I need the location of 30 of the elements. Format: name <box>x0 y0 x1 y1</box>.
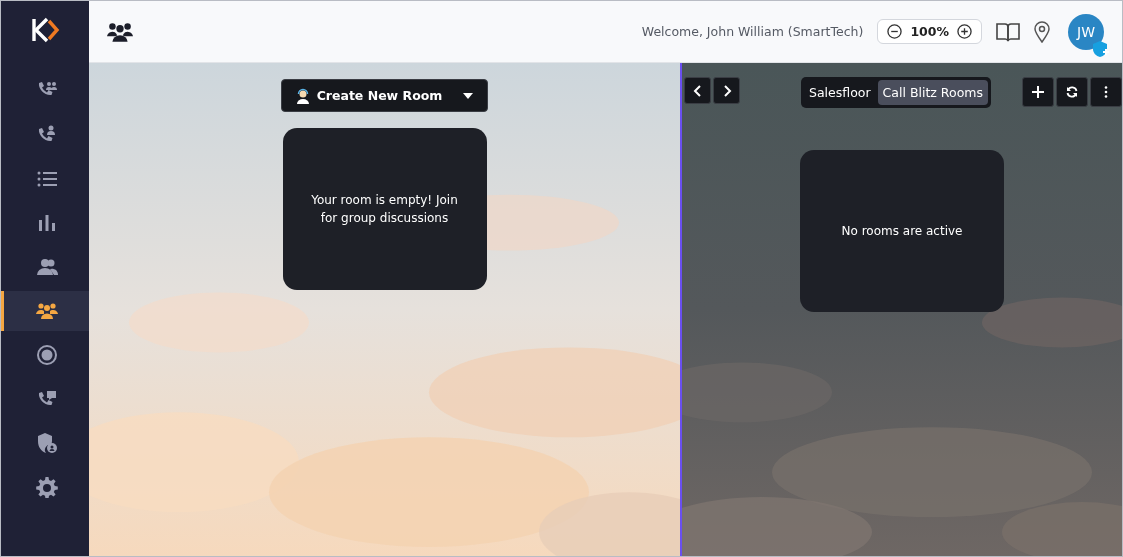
gear-icon <box>35 476 58 498</box>
shield-plus-icon <box>1092 39 1110 58</box>
users-icon <box>35 256 58 278</box>
zoom-in-icon[interactable] <box>957 24 972 39</box>
support-agent-icon <box>295 87 310 104</box>
zoom-out-icon[interactable] <box>887 24 903 39</box>
chevron-left-icon <box>691 84 704 97</box>
next-button[interactable] <box>713 77 740 104</box>
logo-icon <box>30 17 60 43</box>
create-room-button[interactable]: Create New Room <box>280 79 489 112</box>
group-icon <box>35 300 58 322</box>
no-rooms-message: No rooms are active <box>840 223 964 240</box>
welcome-text: Welcome, John William (SmartTech) <box>641 24 864 39</box>
user-avatar[interactable]: JW <box>1068 13 1104 50</box>
zoom-level: 100% <box>910 24 949 39</box>
record-icon <box>35 344 58 366</box>
add-button[interactable] <box>1022 77 1054 107</box>
refresh-icon <box>1066 86 1078 98</box>
empty-room-message: Your room is empty! Join for group discussions <box>310 192 459 227</box>
refresh-button[interactable] <box>1056 77 1088 107</box>
plus-icon <box>1032 86 1044 98</box>
shield-user-icon <box>35 432 58 454</box>
location-pin-icon[interactable] <box>1034 20 1050 43</box>
group-icon <box>107 20 133 43</box>
room-tab[interactable]: Call Blitz Rooms <box>877 80 988 105</box>
room-tab[interactable]: Salesfloor <box>804 80 876 105</box>
book-icon[interactable] <box>996 20 1020 43</box>
previous-button[interactable] <box>684 77 711 104</box>
sidebar-item[interactable] <box>1 291 89 331</box>
caret-icon <box>463 92 474 99</box>
